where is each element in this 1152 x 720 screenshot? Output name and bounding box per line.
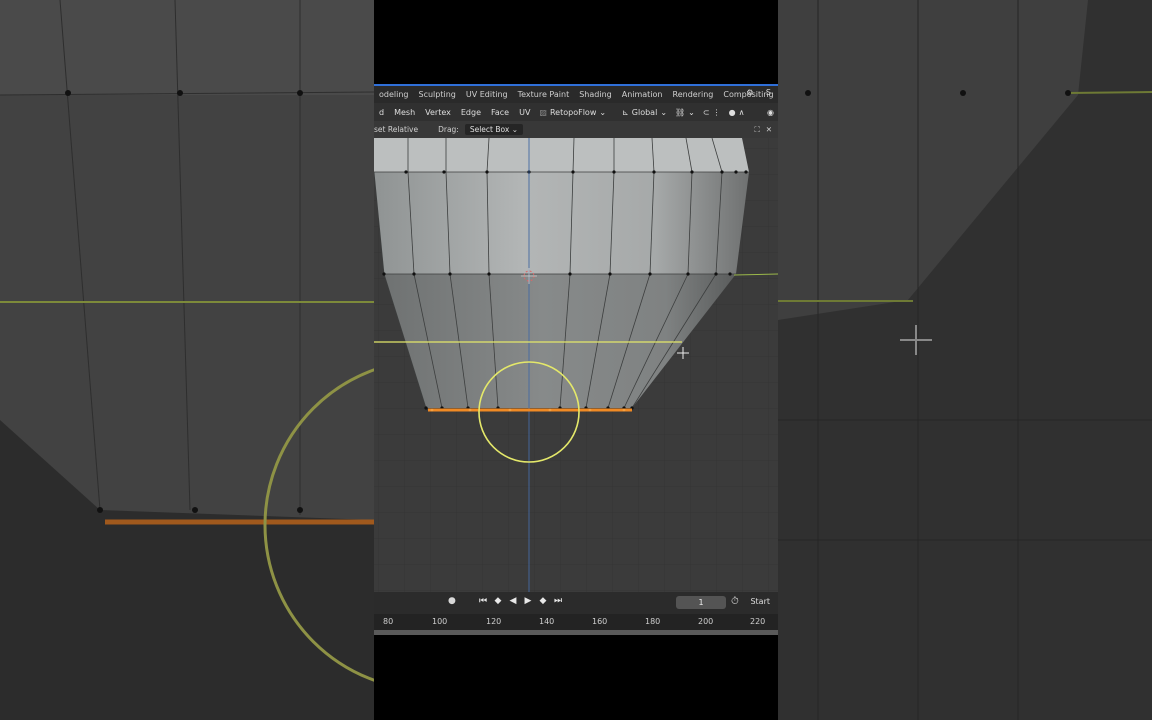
3d-viewport[interactable]	[374, 138, 778, 592]
menu-vertex[interactable]: Vertex	[420, 108, 456, 117]
orientation-label: Global	[631, 107, 658, 117]
proportional-edit-icon: ●	[728, 107, 736, 117]
ruler-tick: 180	[645, 617, 661, 626]
jump-end-icon[interactable]: ⏭	[553, 596, 563, 606]
chevron-down-icon: ⌄	[511, 125, 518, 134]
scene-icon[interactable]: ⚙	[741, 88, 758, 97]
tab-uv-editing[interactable]: UV Editing	[461, 90, 513, 99]
start-frame-label[interactable]: Start	[750, 597, 770, 606]
tab-rendering[interactable]: Rendering	[668, 90, 719, 99]
magnet-icon: ⊂	[702, 107, 710, 117]
stopwatch-icon[interactable]: ⏱	[731, 596, 739, 607]
retopoflow-menu[interactable]: ▨ RetopoFlow ⌄	[535, 108, 610, 117]
ruler-tick: 160	[592, 617, 608, 626]
blurred-background-left	[0, 0, 374, 720]
tab-sculpting[interactable]: Sculpting	[414, 90, 461, 99]
ruler-tick: 140	[539, 617, 555, 626]
prev-keyframe-icon[interactable]: ◆	[493, 596, 503, 606]
chevron-down-icon: ⌄	[688, 107, 695, 117]
next-keyframe-icon[interactable]: ◆	[538, 596, 548, 606]
menu-uv[interactable]: UV	[514, 108, 535, 117]
mesh-face-top	[374, 138, 749, 172]
menu-add[interactable]: d	[374, 108, 389, 117]
menu-face[interactable]: Face	[486, 108, 514, 117]
transform-orientation-dropdown[interactable]: ⊾ Global ⌄	[618, 108, 671, 117]
blender-window: odeling Sculpting UV Editing Texture Pai…	[374, 84, 778, 635]
drag-select-value: Select Box	[469, 125, 510, 134]
close-icon[interactable]: ✕	[766, 125, 772, 134]
chevron-down-icon: ⌄	[660, 107, 668, 117]
menu-mesh[interactable]: Mesh	[389, 108, 420, 117]
keyframe-dot-icon[interactable]: ●	[448, 596, 456, 606]
retopoflow-icon: ▨	[539, 107, 547, 117]
offset-relative-label[interactable]: set Relative	[374, 125, 418, 134]
blurred-background-right	[778, 0, 1152, 720]
tab-texture-paint[interactable]: Texture Paint	[513, 90, 575, 99]
visibility-button[interactable]: ◉	[763, 108, 778, 117]
workspace-tabs: odeling Sculpting UV Editing Texture Pai…	[374, 86, 778, 103]
snap-toggle[interactable]: ⊂ ⋮	[699, 108, 725, 117]
drag-label: Drag:	[438, 125, 459, 134]
jump-start-icon[interactable]: ⏮	[478, 596, 488, 606]
chevron-down-icon: ⌄	[599, 107, 607, 117]
drag-select-dropdown[interactable]: Select Box ⌄	[464, 124, 523, 135]
retopoflow-label: RetopoFlow	[549, 107, 597, 117]
eye-icon: ◉	[767, 107, 774, 117]
mesh-face-upper	[374, 172, 749, 274]
snap-target-icon: ⋮	[712, 107, 721, 117]
video-center-column: odeling Sculpting UV Editing Texture Pai…	[374, 0, 778, 720]
play-icon[interactable]: ▶	[523, 596, 533, 606]
tab-shading[interactable]: Shading	[574, 90, 617, 99]
tab-modeling[interactable]: odeling	[374, 90, 414, 99]
workspace-right: ⚙ S	[741, 88, 776, 97]
ruler-tick: 80	[383, 617, 394, 626]
ruler-tick: 100	[432, 617, 448, 626]
editor-menubar: d Mesh Vertex Edge Face UV ▨ RetopoFlow …	[374, 103, 778, 121]
menu-edge[interactable]: Edge	[456, 108, 486, 117]
current-frame-field[interactable]: 1	[676, 596, 726, 609]
tool-options-bar: set Relative Drag: Select Box ⌄ ⛶ ✕	[374, 121, 778, 138]
viewport-canvas[interactable]	[374, 138, 778, 592]
timeline-ruler[interactable]: 80 100 120 140 160 180 200 220	[374, 614, 778, 630]
tab-animation[interactable]: Animation	[617, 90, 668, 99]
falloff-icon: ∧	[738, 107, 745, 117]
status-bar	[374, 630, 778, 635]
scene-label[interactable]: S	[761, 88, 776, 97]
link-icon: ⛓	[675, 107, 686, 117]
orientation-icon: ⊾	[622, 107, 629, 117]
pivot-point-dropdown[interactable]: ⛓ ⌄	[671, 108, 699, 117]
proportional-edit-toggle[interactable]: ● ∧	[725, 108, 749, 117]
ruler-tick: 120	[486, 617, 502, 626]
ruler-tick: 200	[698, 617, 714, 626]
playback-controls: ⏮ ◆ ◀ ▶ ◆ ⏭	[478, 596, 563, 606]
play-reverse-icon[interactable]: ◀	[508, 596, 518, 606]
maximize-icon[interactable]: ⛶	[754, 125, 759, 135]
ruler-tick: 220	[750, 617, 766, 626]
timeline-header: ● ⏮ ◆ ◀ ▶ ◆ ⏭ 1 ⏱ Start	[374, 592, 778, 614]
